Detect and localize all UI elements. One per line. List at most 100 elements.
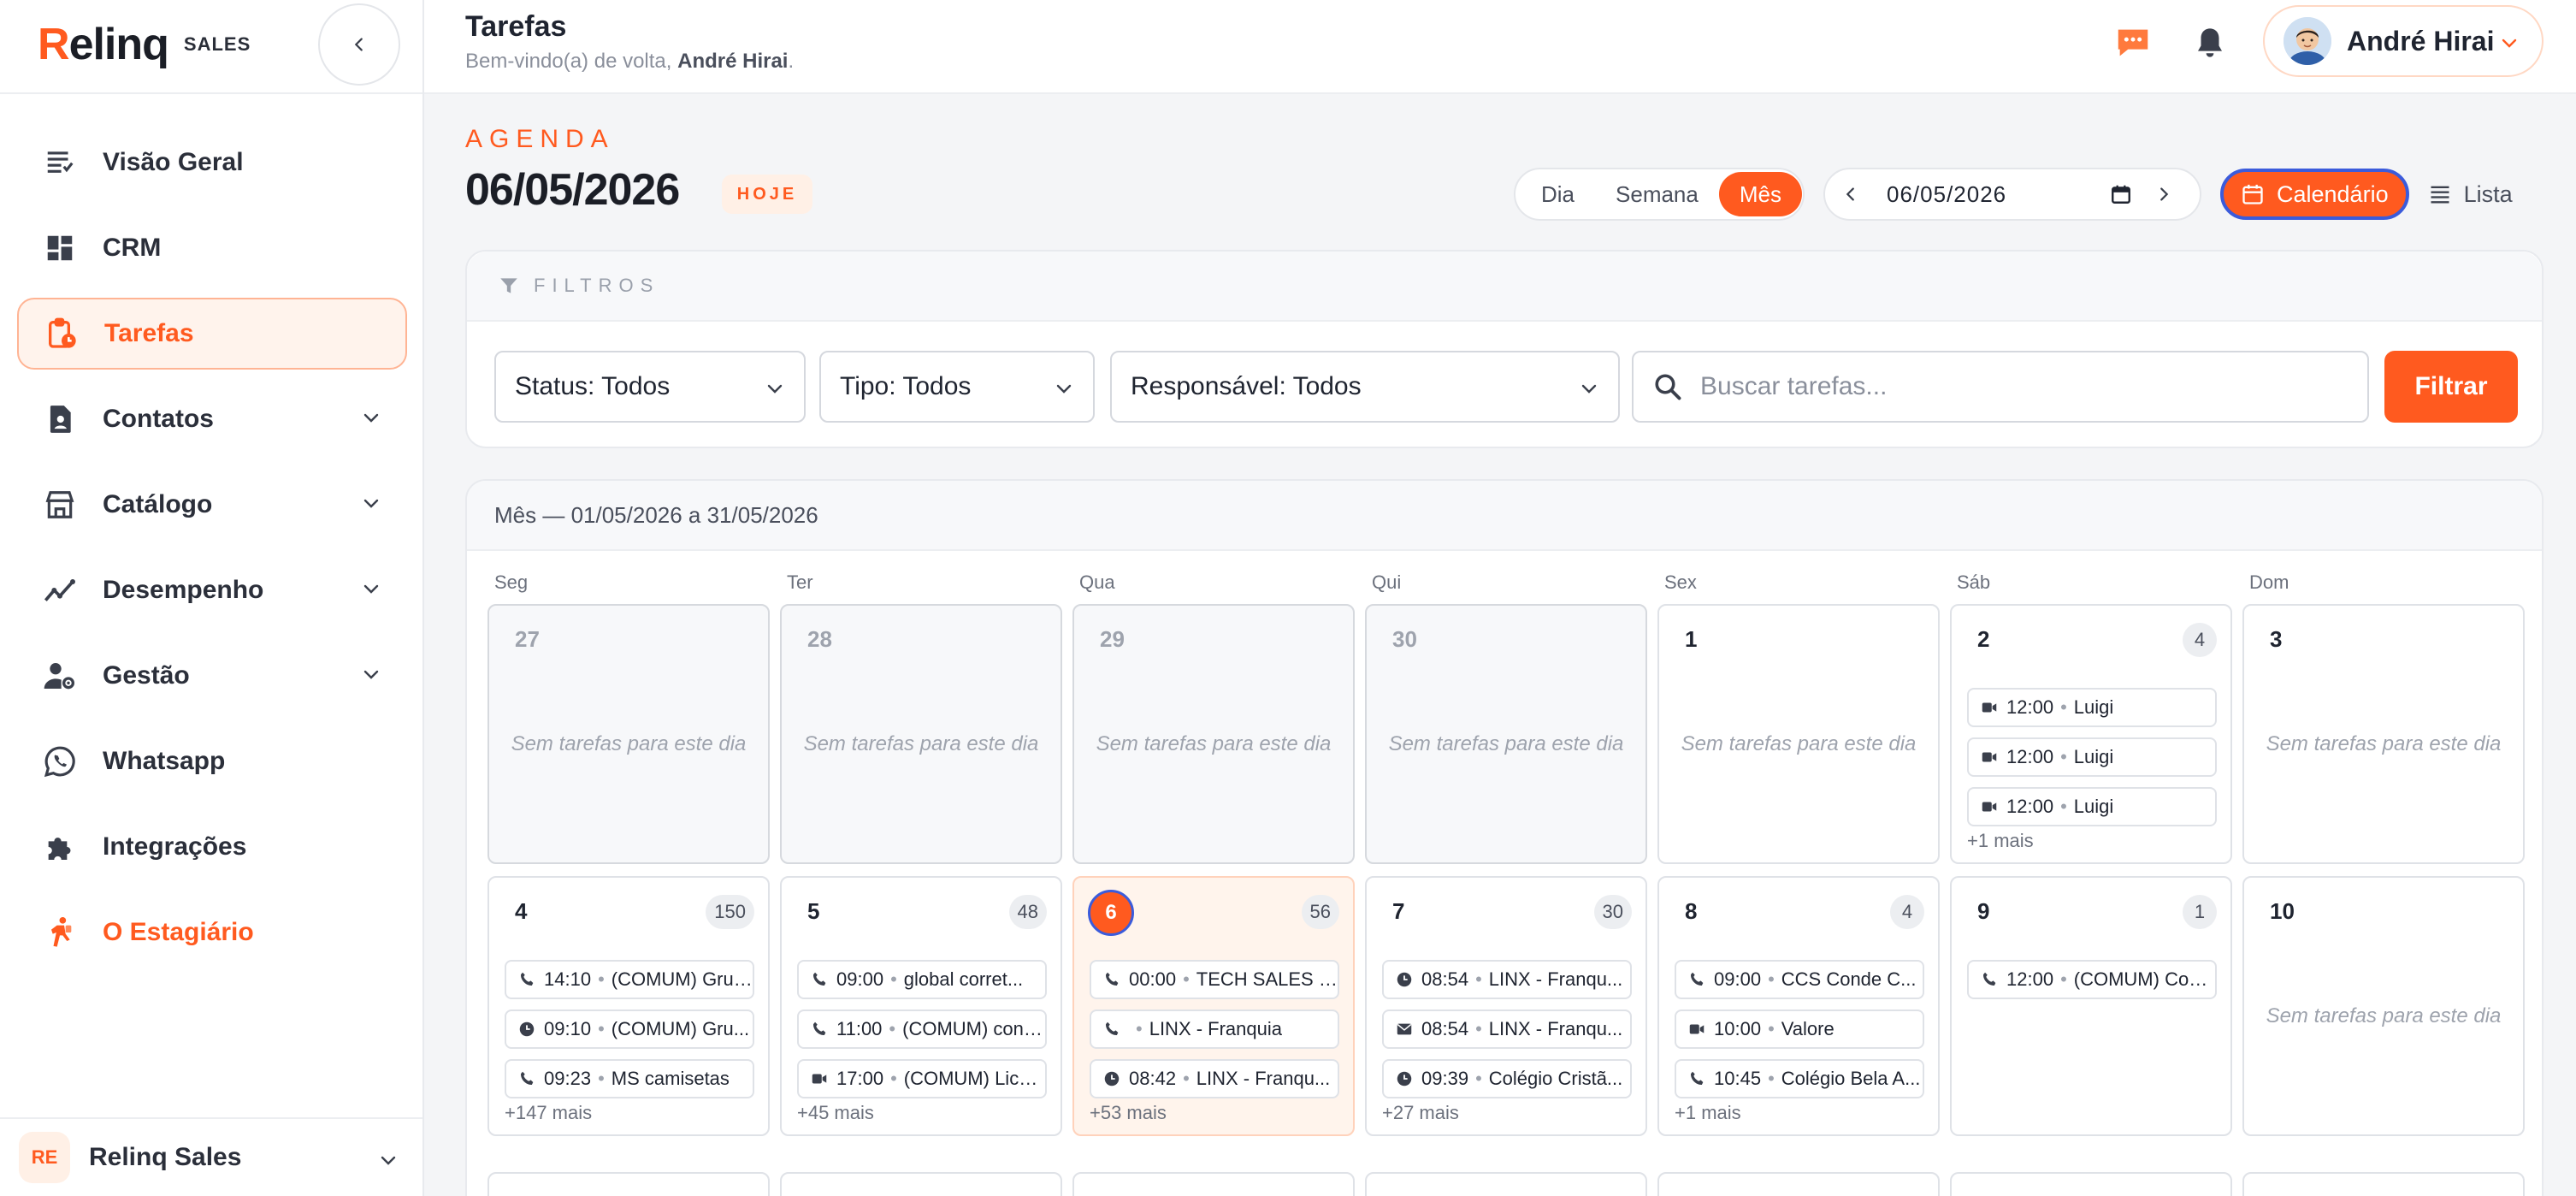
organization-switcher[interactable]: RE Relinq Sales [0,1117,422,1196]
calendar-day[interactable]: 27 Sem tarefas para este dia [487,604,770,864]
task-chip[interactable]: 00:00 • TECH SALES M... [1090,960,1339,999]
calendar-day[interactable] [487,1172,770,1196]
previous-period-button[interactable] [1825,169,1876,219]
task-chip[interactable]: 17:00 • (COMUM) Licen... [797,1059,1047,1098]
view-month-button[interactable]: Mês [1718,172,1802,216]
calendar-day[interactable]: 3 Sem tarefas para este dia [2242,604,2525,864]
task-title: Luigi [2073,696,2114,718]
weekday-label: Seg [494,571,529,593]
sidebar-item-desempenho[interactable]: Desempenho [17,554,407,626]
task-chip[interactable]: 10:00 • Valore [1675,1009,1924,1049]
sidebar-item-label: Visão Geral [103,148,244,176]
chevron-right-icon [2160,187,2169,201]
more-tasks-link[interactable]: +45 mais [797,1102,874,1124]
apply-filter-button[interactable]: Filtrar [2384,351,2518,423]
date-input[interactable] [1887,181,2104,208]
calendar-day[interactable]: 1 Sem tarefas para este dia [1657,604,1940,864]
calendar-day[interactable] [1365,1172,1647,1196]
today-badge[interactable]: HOJE [722,175,812,214]
calendar-day[interactable] [2242,1172,2525,1196]
calendar-picker-icon[interactable] [2104,177,2138,211]
calendar-day[interactable] [1950,1172,2232,1196]
user-name: André Hirai [2347,25,2495,56]
separator-dot: • [1136,1018,1143,1039]
sidebar-item-integracoes[interactable]: Integrações [17,811,407,883]
task-chip[interactable]: 09:23 • MS camisetas [505,1059,754,1098]
more-tasks-link[interactable]: +1 mais [1675,1102,1741,1124]
calendar-day[interactable]: 5 48 09:00 • global corret... 11:00 • (COMUM) c… [780,876,1062,1136]
calendar-view-button[interactable]: Calendário [2220,169,2409,220]
chevron-down-icon [363,499,379,508]
calendar-day[interactable] [1072,1172,1355,1196]
task-chip[interactable]: 11:00 • (COMUM) cone... [797,1009,1047,1049]
calendar-day[interactable]: 8 4 09:00 • CCS Conde C... 10:00 • Valore 10:45 •… [1657,876,1940,1136]
more-tasks-link[interactable]: +27 mais [1382,1102,1459,1124]
view-day-button[interactable]: Dia [1521,172,1595,216]
chevron-down-icon [363,584,379,594]
task-chip[interactable]: 08:54 • LINX - Franqu... [1382,960,1632,999]
task-chip[interactable]: 12:00 • Luigi [1967,787,2217,826]
status-select[interactable]: Status: Todos [494,351,806,423]
task-chip[interactable]: 09:00 • CCS Conde C... [1675,960,1924,999]
org-name: Relinq Sales [89,1143,242,1171]
brand-logo[interactable]: Relinq SALES [38,20,251,69]
calendar-day[interactable]: 4 150 14:10 • (COMUM) Grupo... 09:10 • (COMUM) … [487,876,770,1136]
day-number: 6 [1088,890,1134,936]
calendar-day[interactable]: 2 4 12:00 • Luigi 12:00 • Luigi 12:00 • Luigi +1 ma… [1950,604,2232,864]
type-select[interactable]: Tipo: Todos [819,351,1095,423]
owner-select[interactable]: Responsável: Todos [1110,351,1620,423]
calendar-day[interactable] [1657,1172,1940,1196]
task-chip[interactable]: 08:42 • LINX - Franqu... [1090,1059,1339,1098]
collapse-sidebar-button[interactable] [318,3,400,86]
task-chip[interactable]: 08:54 • LINX - Franqu... [1382,1009,1632,1049]
more-tasks-link[interactable]: +1 mais [1967,830,2034,852]
task-chip[interactable]: 10:45 • Colégio Bela A... [1675,1059,1924,1098]
calendar-day[interactable]: 30 Sem tarefas para este dia [1365,604,1647,864]
day-number: 10 [2270,898,2295,924]
task-chip[interactable]: 12:00 • (COMUM) Cons... [1967,960,2217,999]
sidebar-item-visao-geral[interactable]: Visão Geral [17,127,407,198]
search-input[interactable] [1700,372,2350,401]
notifications-button[interactable] [2189,22,2230,63]
task-chip[interactable]: 09:00 • global corret... [797,960,1047,999]
chat-button[interactable] [2112,22,2154,63]
view-week-button[interactable]: Semana [1595,172,1719,216]
calendar-day[interactable]: 9 1 12:00 • (COMUM) Cons... [1950,876,2232,1136]
chat-icon [2118,29,2148,56]
task-chip[interactable]: 12:00 • Luigi [1967,688,2217,727]
calendar-day[interactable]: 10 Sem tarefas para este dia [2242,876,2525,1136]
user-menu[interactable]: André Hirai [2263,5,2544,77]
sidebar-item-gestao[interactable]: Gestão [17,640,407,712]
task-time: 10:00 [1714,1018,1762,1039]
task-chip[interactable]: 09:10 • (COMUM) Gru... [505,1009,754,1049]
sidebar-item-whatsapp[interactable]: Whatsapp [17,725,407,797]
clock-icon [1394,1069,1415,1089]
more-tasks-link[interactable]: +147 mais [505,1102,592,1124]
task-chip[interactable]: • LINX - Franquia [1090,1009,1339,1049]
task-chip[interactable]: 14:10 • (COMUM) Grupo... [505,960,754,999]
calendar-view-label: Calendário [2277,181,2389,207]
task-title: Colégio Bela A... [1781,1068,1921,1089]
sidebar-item-catalogo[interactable]: Catálogo [17,469,407,541]
empty-day-text: Sem tarefas para este dia [2266,732,2502,755]
calendar-day-today[interactable]: 6 56 00:00 • TECH SALES M... • LINX - Franquia… [1072,876,1355,1136]
owner-select-value: Responsável: Todos [1131,372,1362,400]
day-number: 8 [1685,898,1698,924]
sidebar-item-crm[interactable]: CRM [17,212,407,284]
next-period-button[interactable] [2138,169,2189,219]
calendar-day[interactable]: 7 30 08:54 • LINX - Franqu... 08:54 • LINX - Fr… [1365,876,1647,1136]
list-view-button[interactable]: Lista [2409,169,2532,220]
calendar-day[interactable]: 28 Sem tarefas para este dia [780,604,1062,864]
calendar-day[interactable]: 29 Sem tarefas para este dia [1072,604,1355,864]
separator-dot: • [1768,1068,1775,1089]
task-chip[interactable]: 12:00 • Luigi [1967,737,2217,777]
status-select-value: Status: Todos [515,372,671,400]
task-chip[interactable]: 09:39 • Colégio Cristã... [1382,1059,1632,1098]
more-tasks-link[interactable]: +53 mais [1090,1102,1167,1124]
task-count-badge: 1 [2183,895,2217,929]
sidebar-item-tarefas[interactable]: Tarefas [17,298,407,370]
sidebar-item-contatos[interactable]: Contatos [17,383,407,455]
day-number: 7 [1392,898,1405,924]
calendar-day[interactable] [780,1172,1062,1196]
sidebar-item-o-estagiario[interactable]: O Estagiário [17,897,407,968]
